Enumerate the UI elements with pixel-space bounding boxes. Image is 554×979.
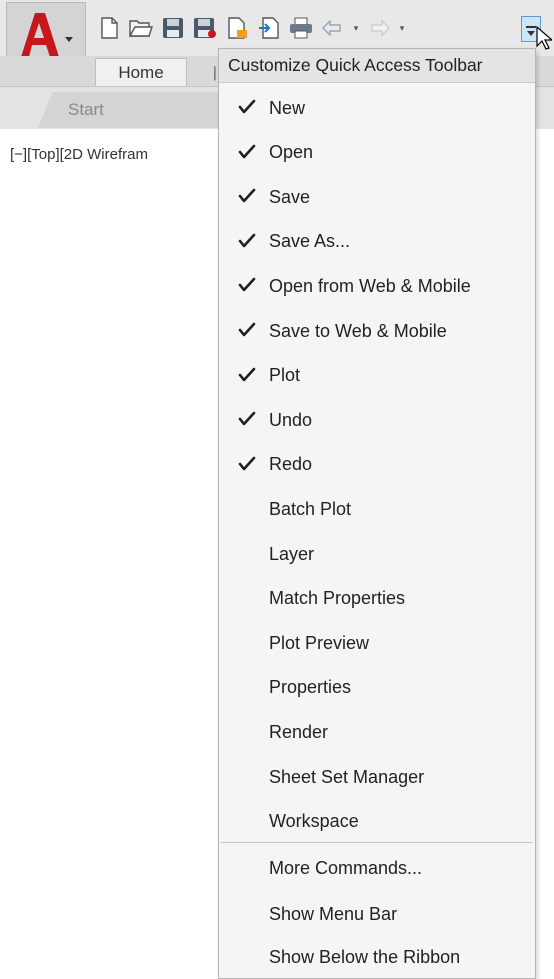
undo-icon[interactable] bbox=[320, 15, 346, 41]
menu-item-label: Show Menu Bar bbox=[269, 903, 398, 924]
menu-item-label: Render bbox=[269, 721, 329, 742]
menu-item-label: Plot bbox=[269, 365, 301, 386]
menu-item-label: Open bbox=[269, 142, 314, 163]
menu-item-plot[interactable]: Plot bbox=[219, 356, 535, 396]
quick-access-toolbar: ▾ ▾ bbox=[96, 14, 406, 42]
checkmark-icon bbox=[237, 320, 257, 340]
menu-item-label: Properties bbox=[269, 677, 352, 698]
menu-item-match-properties[interactable]: Match Properties bbox=[219, 579, 535, 619]
menu-item-more-commands[interactable]: More Commands... bbox=[219, 848, 535, 888]
open-icon[interactable] bbox=[128, 15, 154, 41]
checkmark-icon bbox=[237, 365, 257, 385]
menu-item-label: More Commands... bbox=[269, 857, 423, 878]
menu-item-save[interactable]: Save bbox=[219, 177, 535, 217]
tab-start[interactable]: Start bbox=[38, 92, 218, 128]
autocad-logo-icon bbox=[21, 13, 59, 57]
menu-item-new[interactable]: New bbox=[219, 88, 535, 128]
redo-icon[interactable] bbox=[366, 15, 392, 41]
menu-item-show-below-the-ribbon[interactable]: Show Below the Ribbon bbox=[219, 937, 535, 977]
menu-item-workspace[interactable]: Workspace bbox=[219, 802, 535, 842]
tab-home-label: Home bbox=[118, 62, 164, 82]
tab-start-label: Start bbox=[68, 100, 104, 119]
menu-item-show-menu-bar[interactable]: Show Menu Bar bbox=[219, 894, 535, 934]
checkmark-icon bbox=[237, 275, 257, 295]
menu-item-sheet-set-manager[interactable]: Sheet Set Manager bbox=[219, 757, 535, 797]
menu-item-label: Open from Web & Mobile bbox=[269, 275, 471, 296]
new-icon[interactable] bbox=[96, 15, 122, 41]
menu-item-label: Save bbox=[269, 186, 311, 207]
chevron-down-icon bbox=[527, 31, 535, 36]
menu-item-label: Layer bbox=[269, 543, 315, 564]
menu-item-redo[interactable]: Redo bbox=[219, 445, 535, 485]
checkmark-icon bbox=[237, 454, 257, 474]
menu-item-label: Save As... bbox=[269, 231, 351, 252]
menu-item-save-to-web-mobile[interactable]: Save to Web & Mobile bbox=[219, 311, 535, 351]
menu-item-properties[interactable]: Properties bbox=[219, 668, 535, 708]
open-from-web-icon[interactable] bbox=[224, 15, 250, 41]
menu-item-label: Redo bbox=[269, 454, 313, 475]
undo-dropdown-icon[interactable]: ▾ bbox=[352, 15, 360, 41]
menu-item-label: New bbox=[269, 97, 306, 118]
menu-item-batch-plot[interactable]: Batch Plot bbox=[219, 489, 535, 529]
menu-item-render[interactable]: Render bbox=[219, 712, 535, 752]
menu-item-label: Batch Plot bbox=[269, 498, 352, 519]
menu-item-label: Show Below the Ribbon bbox=[269, 946, 461, 967]
tab-home[interactable]: Home bbox=[95, 58, 187, 86]
menu-item-label: Plot Preview bbox=[269, 632, 370, 653]
bar-icon bbox=[526, 26, 536, 28]
menu-item-label: Match Properties bbox=[269, 588, 406, 609]
menu-item-label: Undo bbox=[269, 409, 313, 430]
menu-item-layer[interactable]: Layer bbox=[219, 534, 535, 574]
chevron-down-icon bbox=[65, 37, 73, 42]
checkmark-icon bbox=[237, 186, 257, 206]
menu-item-open[interactable]: Open bbox=[219, 133, 535, 173]
mouse-cursor-icon bbox=[536, 26, 552, 50]
menu-item-label: Workspace bbox=[269, 811, 359, 832]
checkmark-icon bbox=[237, 142, 257, 162]
menu-item-open-from-web-mobile[interactable]: Open from Web & Mobile bbox=[219, 266, 535, 306]
save-icon[interactable] bbox=[160, 15, 186, 41]
menu-separator bbox=[221, 842, 533, 843]
plot-icon[interactable] bbox=[288, 15, 314, 41]
viewport-controls-label[interactable]: [−][Top][2D Wirefram bbox=[10, 146, 148, 163]
checkmark-icon bbox=[237, 97, 257, 117]
redo-dropdown-icon[interactable]: ▾ bbox=[398, 15, 406, 41]
customize-quick-access-menu: Customize Quick Access Toolbar New Open Sa… bbox=[218, 48, 536, 979]
menu-item-undo[interactable]: Undo bbox=[219, 400, 535, 440]
menu-header: Customize Quick Access Toolbar bbox=[219, 49, 535, 83]
checkmark-icon bbox=[237, 231, 257, 251]
menu-item-save-as[interactable]: Save As... bbox=[219, 222, 535, 262]
menu-item-label: Save to Web & Mobile bbox=[269, 320, 447, 341]
save-as-icon[interactable] bbox=[192, 15, 218, 41]
menu-item-label: Sheet Set Manager bbox=[269, 766, 425, 787]
checkmark-icon bbox=[237, 409, 257, 429]
save-to-web-icon[interactable] bbox=[256, 15, 282, 41]
menu-item-plot-preview[interactable]: Plot Preview bbox=[219, 623, 535, 663]
